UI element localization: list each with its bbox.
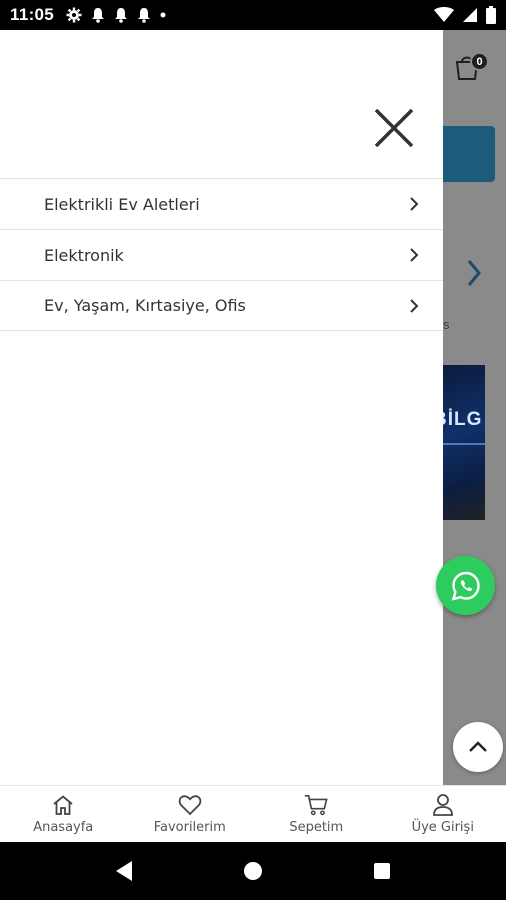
nav-item-cart[interactable]: Sepetim	[253, 786, 380, 842]
whatsapp-icon	[451, 571, 480, 601]
status-icons-right	[434, 6, 496, 24]
menu-item-elektronik[interactable]: Elektronik	[0, 229, 443, 280]
nav-label: Anasayfa	[33, 820, 94, 835]
whatsapp-button[interactable]	[436, 556, 495, 615]
menu-item-label: Ev, Yaşam, Kırtasiye, Ofis	[44, 296, 246, 315]
wifi-icon	[434, 7, 454, 23]
scroll-to-top-button[interactable]	[453, 722, 503, 772]
recents-icon	[373, 863, 390, 879]
heart-icon	[178, 793, 202, 817]
chevron-up-icon	[469, 741, 487, 752]
cart-icon	[304, 793, 328, 817]
cart-badge: 0	[470, 52, 489, 71]
status-time: 11:05	[10, 5, 55, 24]
notification-bell-icon	[137, 7, 151, 23]
chevron-right-icon[interactable]	[464, 258, 484, 288]
battery-icon	[486, 6, 496, 24]
bottom-navigation: Anasayfa Favorilerim Sepetim Üye Girişi	[0, 785, 506, 842]
notification-bell-icon	[114, 7, 128, 23]
status-icons-left	[66, 7, 166, 23]
nav-item-login[interactable]: Üye Girişi	[380, 786, 506, 842]
recents-button[interactable]	[362, 851, 402, 891]
category-drawer: Elektrikli Ev Aletleri Elektronik Ev, Ya…	[0, 30, 443, 785]
home-icon	[51, 793, 75, 817]
notification-bell-icon	[91, 7, 105, 23]
chevron-right-icon	[407, 298, 421, 313]
menu-item-elektrikli-ev-aletleri[interactable]: Elektrikli Ev Aletleri	[0, 178, 443, 229]
close-icon[interactable]	[370, 104, 418, 152]
back-icon	[116, 861, 133, 881]
back-button[interactable]	[104, 851, 144, 891]
signal-icon	[462, 7, 478, 23]
nav-label: Favorilerim	[153, 820, 226, 835]
menu-item-ev-yasam-kirtasiye-ofis[interactable]: Ev, Yaşam, Kırtasiye, Ofis	[0, 280, 443, 331]
status-bar: 11:05	[0, 0, 506, 30]
nav-label: Sepetim	[289, 820, 344, 835]
chevron-right-icon	[407, 248, 421, 262]
settings-icon	[66, 7, 82, 23]
nav-item-home[interactable]: Anasayfa	[0, 786, 127, 842]
menu-item-label: Elektronik	[44, 245, 124, 265]
nav-label: Üye Girişi	[411, 820, 474, 835]
nav-item-favorites[interactable]: Favorilerim	[127, 786, 254, 842]
partial-text: s	[443, 317, 450, 332]
android-navigation-bar	[0, 842, 506, 900]
chevron-right-icon	[407, 197, 421, 211]
user-icon	[431, 793, 455, 817]
menu-item-label: Elektrikli Ev Aletleri	[44, 194, 200, 214]
home-circle-icon	[243, 862, 262, 880]
home-button[interactable]	[233, 851, 273, 891]
dot-icon	[160, 12, 166, 18]
category-menu: Elektrikli Ev Aletleri Elektronik Ev, Ya…	[0, 178, 443, 331]
